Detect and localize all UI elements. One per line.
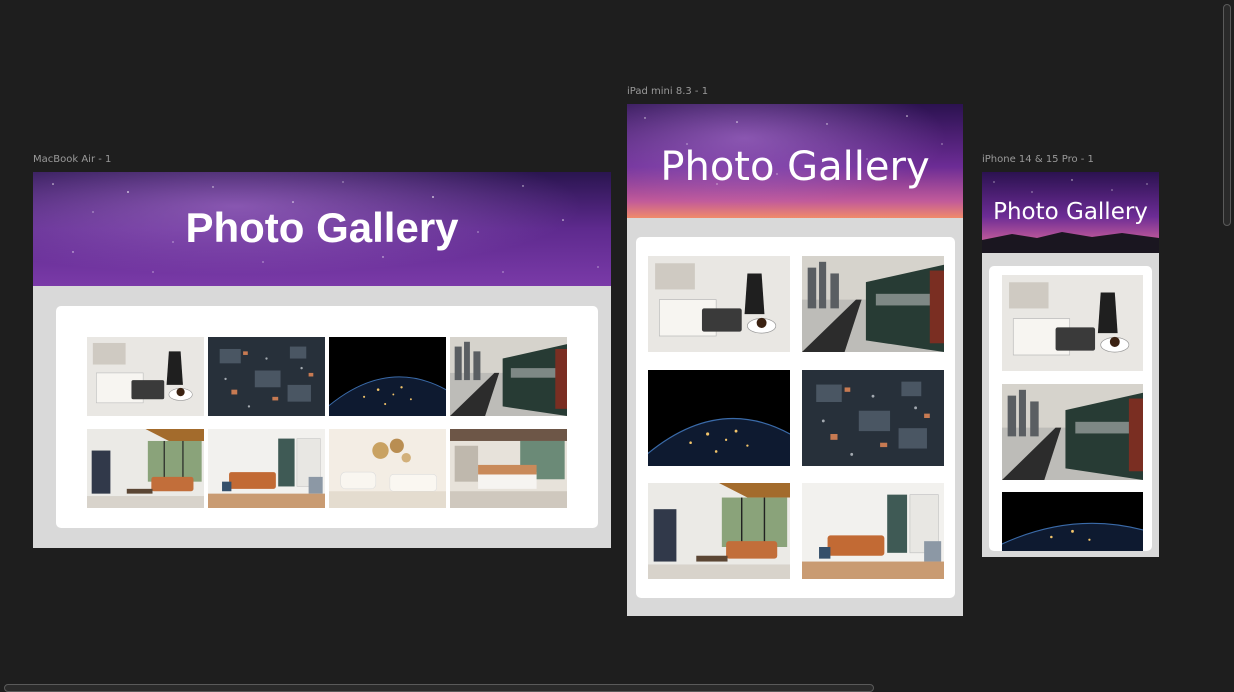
frame-label-iphone[interactable]: iPhone 14 & 15 Pro - 1 [982, 154, 1094, 165]
workspace-coffee-photo[interactable] [1002, 275, 1143, 371]
page-title: Photo Gallery [993, 199, 1148, 225]
living-room-orange-sofa-photo[interactable] [802, 483, 944, 579]
hero-banner: Photo Gallery [982, 172, 1159, 253]
gallery-card [989, 266, 1152, 551]
gallery-card [636, 237, 955, 598]
frame-ipad[interactable]: Photo Gallery [627, 104, 963, 616]
earth-night-photo[interactable] [648, 370, 790, 466]
workspace-coffee-photo[interactable] [648, 256, 790, 352]
city-railway-photo[interactable] [450, 337, 567, 416]
horizontal-scrollbar[interactable] [4, 684, 874, 692]
page-title: Photo Gallery [185, 204, 459, 251]
frame-macbook[interactable]: Photo Gallery [33, 172, 611, 548]
circuit-board-photo[interactable] [802, 370, 944, 466]
earth-night-photo[interactable] [1002, 492, 1143, 551]
city-railway-photo[interactable] [802, 256, 944, 352]
living-room-window-photo[interactable] [87, 429, 204, 508]
frame-label-ipad[interactable]: iPad mini 8.3 - 1 [627, 86, 708, 97]
hero-banner: Photo Gallery [627, 104, 963, 218]
circuit-board-photo[interactable] [208, 337, 325, 416]
living-room-orange-sofa-photo[interactable] [208, 429, 325, 508]
living-room-window-photo[interactable] [648, 483, 790, 579]
frame-iphone[interactable]: Photo Gallery [982, 172, 1159, 557]
frame-label-macbook[interactable]: MacBook Air - 1 [33, 154, 111, 165]
living-room-beige-photo[interactable] [329, 429, 446, 508]
page-title: Photo Gallery [660, 144, 930, 190]
gallery-card [56, 306, 598, 528]
city-railway-photo[interactable] [1002, 384, 1143, 480]
bedroom-photo[interactable] [450, 429, 567, 508]
vertical-scrollbar[interactable] [1223, 4, 1231, 226]
earth-night-photo[interactable] [329, 337, 446, 416]
workspace-coffee-photo[interactable] [87, 337, 204, 416]
hero-banner: Photo Gallery [33, 172, 611, 286]
